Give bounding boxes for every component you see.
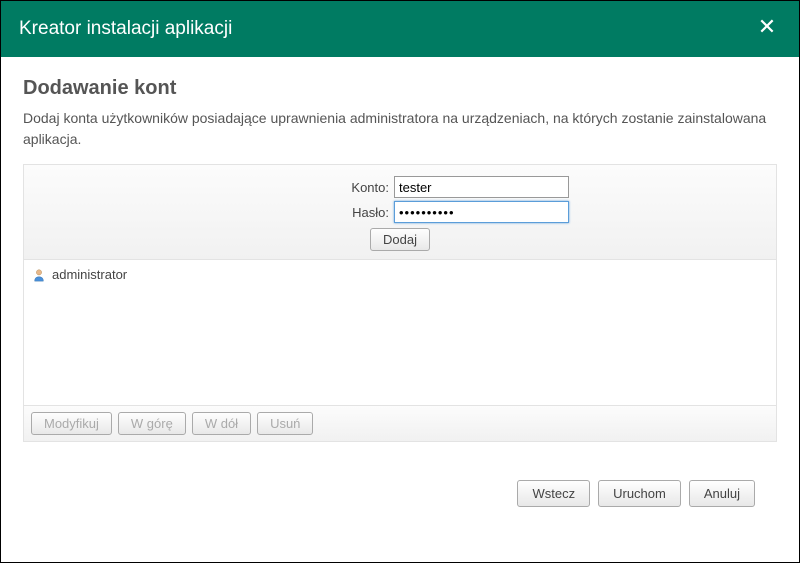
- run-button[interactable]: Uruchom: [598, 480, 681, 507]
- user-icon: [32, 268, 46, 282]
- page-heading: Dodawanie kont: [23, 77, 777, 100]
- list-item-label: administrator: [52, 267, 127, 282]
- add-button[interactable]: Dodaj: [370, 228, 430, 251]
- credentials-form: Konto: Hasło: Dodaj: [24, 165, 776, 260]
- password-input[interactable]: [394, 201, 569, 223]
- account-label: Konto:: [24, 180, 394, 195]
- dialog-footer: Wstecz Uruchom Anuluj: [23, 442, 777, 507]
- content-area: Dodawanie kont Dodaj konta użytkowników …: [1, 57, 799, 517]
- delete-button[interactable]: Usuń: [257, 412, 313, 435]
- back-button[interactable]: Wstecz: [517, 480, 590, 507]
- account-input[interactable]: [394, 176, 569, 198]
- list-item[interactable]: administrator: [32, 266, 768, 283]
- accounts-panel: Konto: Hasło: Dodaj administrator Modyfi…: [23, 164, 777, 442]
- close-icon[interactable]: ✕: [753, 15, 781, 43]
- page-description: Dodaj konta użytkowników posiadające upr…: [23, 108, 777, 150]
- list-actions: Modyfikuj W górę W dół Usuń: [24, 405, 776, 441]
- dialog-title: Kreator instalacji aplikacji: [19, 18, 232, 40]
- accounts-list: administrator: [24, 260, 776, 405]
- titlebar: Kreator instalacji aplikacji ✕: [1, 1, 799, 57]
- cancel-button[interactable]: Anuluj: [689, 480, 755, 507]
- move-down-button[interactable]: W dół: [192, 412, 251, 435]
- modify-button[interactable]: Modyfikuj: [31, 412, 112, 435]
- password-label: Hasło:: [24, 205, 394, 220]
- move-up-button[interactable]: W górę: [118, 412, 186, 435]
